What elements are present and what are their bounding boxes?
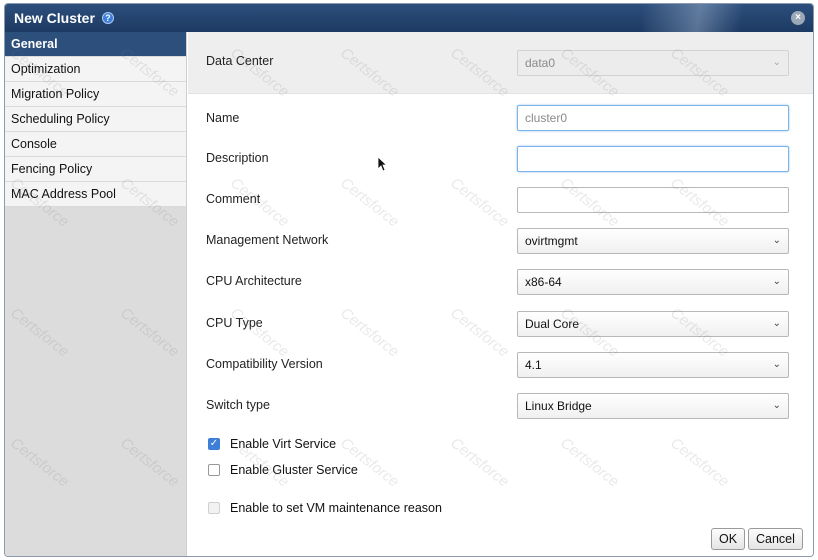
- sidebar-item-general[interactable]: General: [5, 32, 186, 57]
- sidebar-item-migration-policy[interactable]: Migration Policy: [5, 82, 186, 107]
- help-icon[interactable]: ?: [101, 12, 114, 24]
- compatibility-version-value: 4.1: [525, 358, 542, 372]
- enable-virt-row[interactable]: ✓ Enable Virt Service: [208, 437, 336, 451]
- switch-type-value: Linux Bridge: [525, 399, 592, 413]
- data-center-label: Data Center: [206, 54, 274, 68]
- enable-gluster-row[interactable]: Enable Gluster Service: [208, 463, 358, 477]
- enable-gluster-checkbox[interactable]: [208, 464, 220, 476]
- new-cluster-dialog: New Cluster ? × General Optimization Mig…: [4, 3, 814, 557]
- chevron-down-icon: ⌄: [772, 359, 781, 370]
- name-input[interactable]: cluster0: [517, 105, 789, 131]
- mouse-cursor-icon: [377, 156, 388, 175]
- maintenance-reason-label: Enable to set VM maintenance reason: [230, 501, 442, 515]
- chevron-down-icon: ⌄: [772, 235, 781, 246]
- sidebar-item-scheduling-policy[interactable]: Scheduling Policy: [5, 107, 186, 132]
- management-network-select[interactable]: ovirtmgmt ⌄: [517, 228, 789, 254]
- dialog-title: New Cluster: [14, 10, 95, 26]
- enable-virt-label: Enable Virt Service: [230, 437, 337, 451]
- sidebar-item-mac-address-pool[interactable]: MAC Address Pool: [5, 182, 186, 207]
- name-label: Name: [206, 111, 240, 125]
- data-center-select: data0 ⌄: [517, 50, 789, 76]
- compatibility-version-select[interactable]: 4.1 ⌄: [517, 352, 789, 378]
- dialog-titlebar: New Cluster ? ×: [5, 4, 813, 32]
- enable-gluster-label: Enable Gluster Service: [230, 463, 358, 477]
- maintenance-reason-checkbox: [208, 502, 220, 514]
- chevron-down-icon: ⌄: [772, 400, 781, 411]
- cpu-architecture-select[interactable]: x86-64 ⌄: [517, 269, 789, 295]
- sidebar-item-fencing-policy[interactable]: Fencing Policy: [5, 157, 186, 182]
- chevron-down-icon: ⌄: [772, 276, 781, 287]
- cpu-architecture-label: CPU Architecture: [206, 274, 302, 288]
- maintenance-reason-row: Enable to set VM maintenance reason: [208, 501, 442, 515]
- cpu-architecture-value: x86-64: [525, 275, 562, 289]
- cpu-type-label: CPU Type: [206, 316, 263, 330]
- compatibility-version-label: Compatibility Version: [206, 357, 323, 371]
- titlebar-decoration: [643, 4, 783, 32]
- sidebar: General Optimization Migration Policy Sc…: [5, 32, 187, 556]
- description-label: Description: [206, 151, 269, 165]
- general-panel: Data Center data0 ⌄ Name cluster0 Descri…: [188, 32, 813, 556]
- description-input[interactable]: [517, 146, 789, 172]
- switch-type-select[interactable]: Linux Bridge ⌄: [517, 393, 789, 419]
- sidebar-item-optimization[interactable]: Optimization: [5, 57, 186, 82]
- sidebar-item-console[interactable]: Console: [5, 132, 186, 157]
- chevron-down-icon: ⌄: [772, 57, 781, 68]
- data-center-value: data0: [525, 56, 556, 70]
- cpu-type-select[interactable]: Dual Core ⌄: [517, 311, 789, 337]
- ok-button[interactable]: OK: [711, 528, 746, 550]
- close-icon[interactable]: ×: [791, 11, 805, 25]
- management-network-label: Management Network: [206, 233, 329, 247]
- management-network-value: ovirtmgmt: [525, 234, 578, 248]
- chevron-down-icon: ⌄: [772, 318, 781, 329]
- switch-type-label: Switch type: [206, 398, 270, 412]
- comment-input[interactable]: [517, 187, 789, 213]
- enable-virt-checkbox[interactable]: ✓: [208, 438, 220, 450]
- name-value: cluster0: [525, 111, 568, 125]
- comment-label: Comment: [206, 192, 261, 206]
- cpu-type-value: Dual Core: [525, 317, 580, 331]
- cancel-button[interactable]: Cancel: [748, 528, 803, 550]
